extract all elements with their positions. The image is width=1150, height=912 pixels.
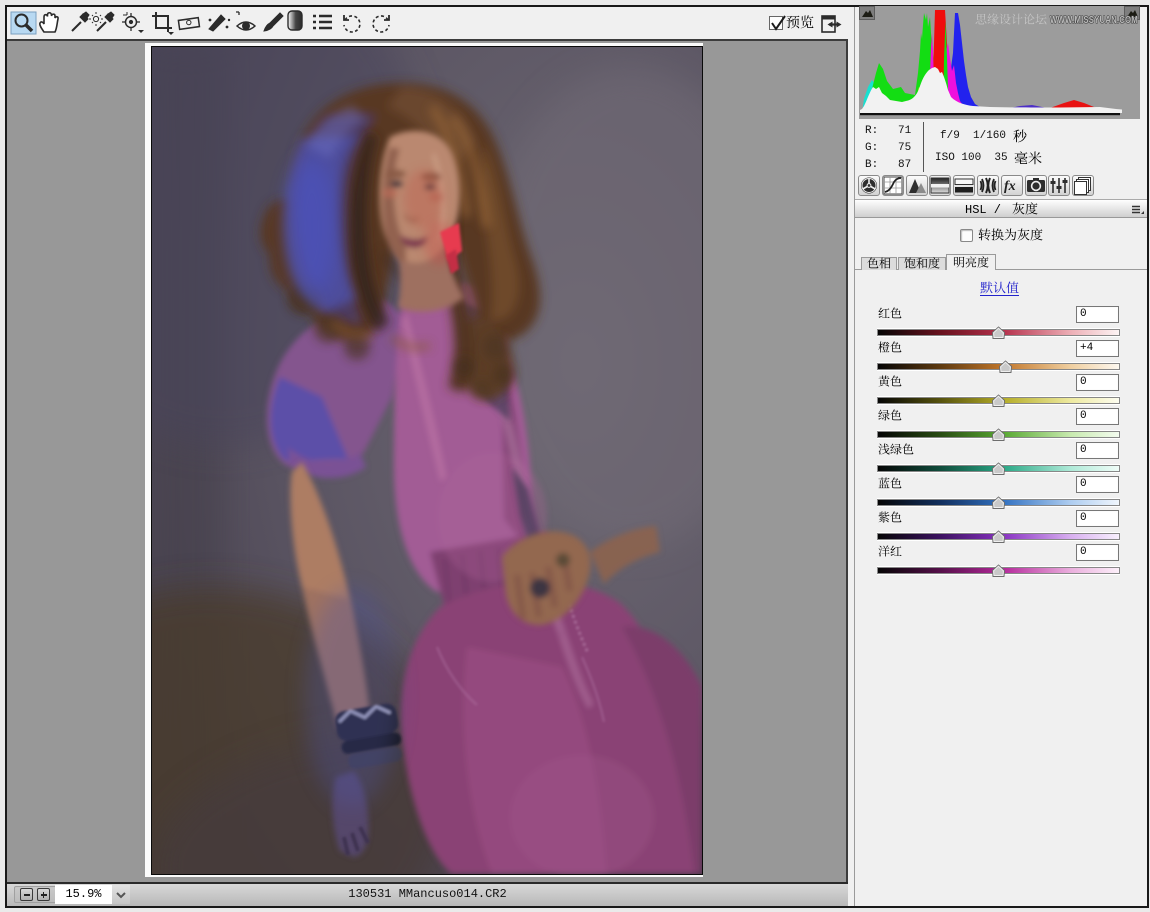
svg-text:fx: fx <box>1004 179 1016 194</box>
